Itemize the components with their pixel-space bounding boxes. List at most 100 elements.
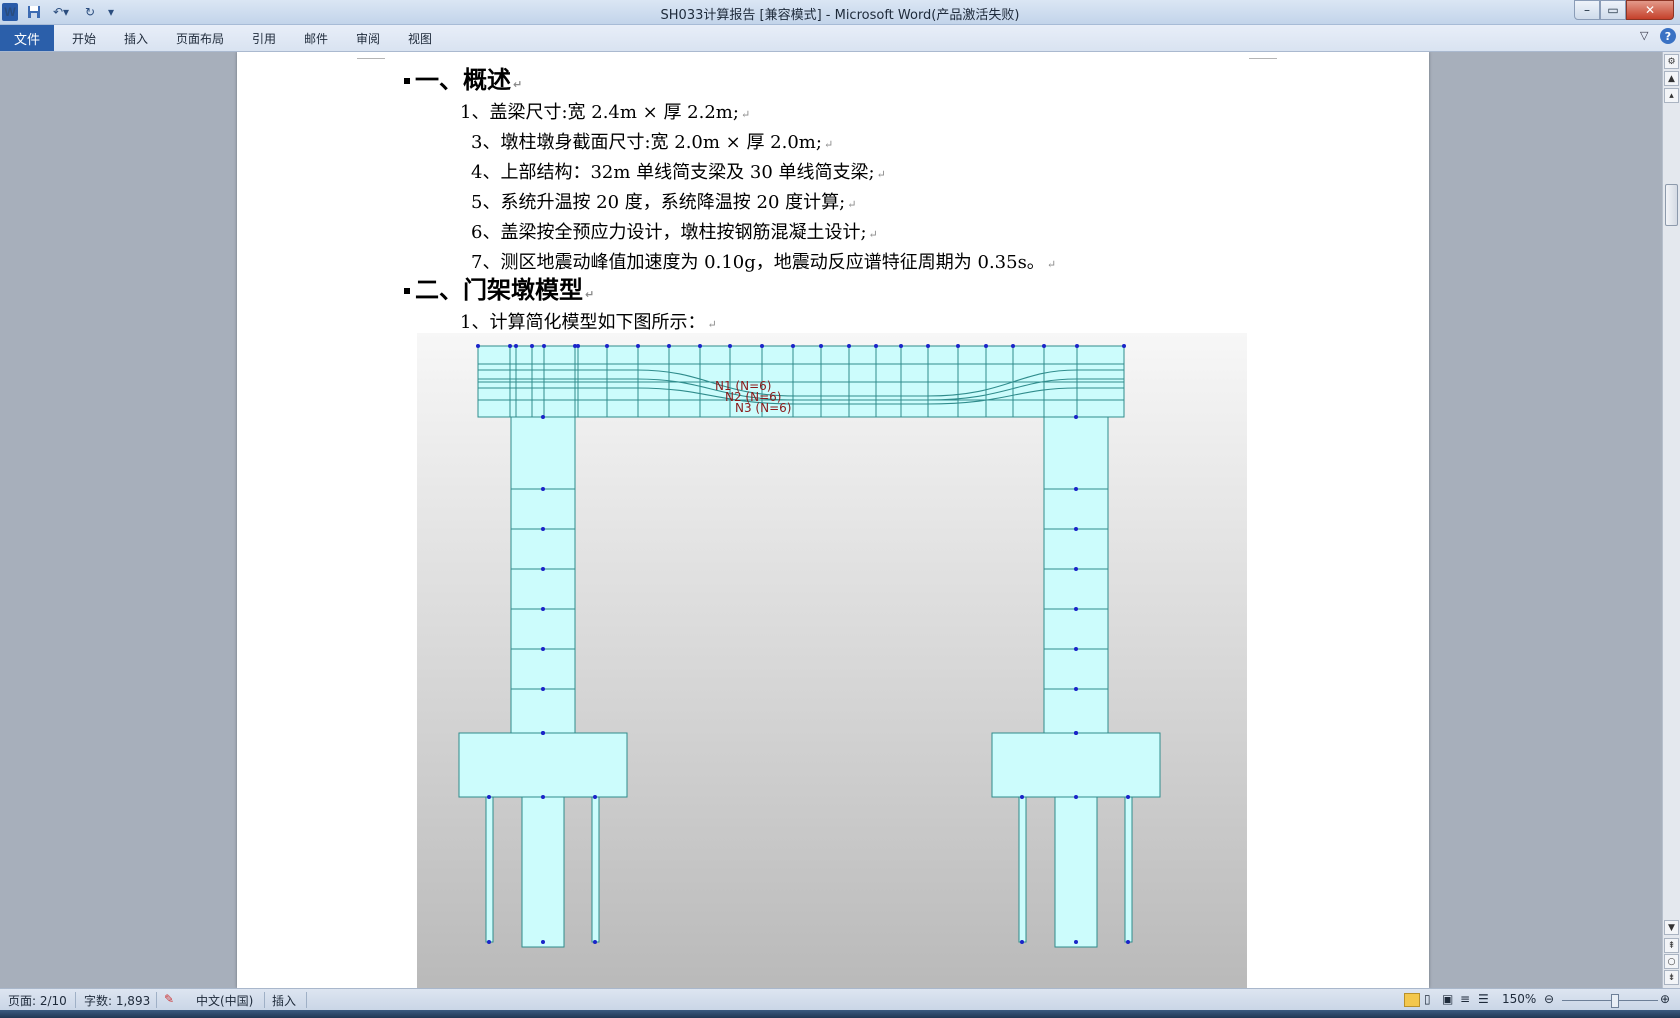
heading-model[interactable]: 二、门架墩模型 ↵ [404, 270, 594, 305]
scroll-up-icon[interactable]: ▲ [1664, 71, 1679, 86]
tendon-label: N3 (N=6) [735, 401, 791, 415]
vertical-scrollbar[interactable]: ⚙ ▲ ▴ ▼ ⇞ ○ ⇟ [1662, 52, 1680, 988]
list-item-text: 1、计算简化模型如下图所示： [460, 312, 706, 333]
list-item[interactable]: 4、上部结构：32m 单线简支梁及 30 单线简支梁; ↵ [471, 158, 886, 184]
mesh-node [1074, 415, 1078, 419]
close-button[interactable]: ✕ [1626, 0, 1674, 20]
outline-icon[interactable]: ≡ [1460, 992, 1470, 1006]
portal-pier-model-figure[interactable]: N1 (N=6) N2 (N=6) N3 (N=6) [417, 333, 1247, 988]
mesh-node [1020, 795, 1024, 799]
word-count[interactable]: 字数: 1,893 [84, 992, 150, 1009]
heading-overview[interactable]: 一、概述 ↵ [404, 60, 522, 95]
list-item[interactable]: 5、系统升温按 20 度，系统降温按 20 度计算; ↵ [471, 188, 856, 214]
mesh-node [899, 344, 903, 348]
mesh-node [1074, 731, 1078, 735]
mesh-node [541, 527, 545, 531]
tab-page-layout[interactable]: 页面布局 [176, 25, 224, 51]
mesh-node [1074, 487, 1078, 491]
status-bar: 页面: 2/10 字数: 1,893 ✎ 中文(中国) 插入 ▯ ▣ ≡ ☰ 1… [0, 988, 1680, 1011]
model-drawing: N1 (N=6) N2 (N=6) N3 (N=6) [458, 344, 1161, 948]
page-count[interactable]: 页面: 2/10 [8, 992, 67, 1009]
mesh-node [636, 344, 640, 348]
pile-cap [458, 732, 628, 798]
pile [591, 796, 600, 943]
scroll-thumb[interactable] [1665, 184, 1678, 226]
heading-text: 一、概述 [415, 66, 511, 94]
mesh-node [874, 344, 878, 348]
next-page-icon[interactable]: ⇟ [1664, 970, 1679, 985]
help-icon[interactable]: ? [1660, 28, 1676, 44]
proofing-icon[interactable]: ✎ [164, 992, 174, 1006]
tab-references[interactable]: 引用 [252, 25, 276, 51]
window-title: SH033计算报告 [兼容模式] - Microsoft Word(产品激活失败… [660, 8, 1020, 23]
zoom-in-icon[interactable]: ⊕ [1660, 992, 1670, 1006]
divider [264, 992, 265, 1008]
pier-column [1043, 416, 1109, 734]
mesh-node [728, 344, 732, 348]
mesh-node [541, 940, 545, 944]
previous-page-icon[interactable]: ⇞ [1664, 938, 1679, 953]
mesh-node [487, 795, 491, 799]
mesh-node [605, 344, 609, 348]
mesh-node [541, 607, 545, 611]
mesh-node [541, 487, 545, 491]
mesh-node [956, 344, 960, 348]
paragraph-mark-icon: ↵ [1046, 258, 1057, 271]
ribbon-collapse-icon[interactable]: ▽ [1640, 29, 1648, 42]
mesh-node [1011, 344, 1015, 348]
zoom-level[interactable]: 150% [1502, 992, 1536, 1006]
mesh-node [476, 344, 480, 348]
zoom-slider-thumb[interactable] [1611, 994, 1619, 1008]
list-item[interactable]: 6、盖梁按全预应力设计，墩柱按钢筋混凝土设计; ↵ [471, 218, 878, 244]
paragraph-mark-icon: ↵ [823, 138, 834, 151]
pile [485, 796, 494, 943]
mesh-node [1042, 344, 1046, 348]
tab-file[interactable]: 文件 [0, 25, 54, 51]
mesh-node [1074, 607, 1078, 611]
paragraph-mark-icon: ↵ [707, 318, 717, 331]
pile-cap [991, 732, 1161, 798]
scroll-down-icon[interactable]: ▼ [1664, 920, 1679, 935]
mesh-node [593, 940, 597, 944]
tab-insert[interactable]: 插入 [124, 25, 148, 51]
pile [1018, 796, 1027, 943]
ruler-toggle-icon[interactable]: ⚙ [1664, 54, 1679, 69]
mesh-node [1074, 647, 1078, 651]
mesh-node [1074, 687, 1078, 691]
list-item[interactable]: 1、计算简化模型如下图所示： ↵ [460, 308, 717, 334]
language[interactable]: 中文(中国) [196, 992, 253, 1009]
browse-object-icon[interactable]: ○ [1664, 954, 1679, 969]
list-item[interactable]: 3、墩柱墩身截面尺寸:宽 2.0m × 厚 2.0m; ↵ [471, 128, 833, 154]
maximize-button[interactable]: ▭ [1600, 0, 1626, 20]
list-item[interactable]: 1、盖梁尺寸:宽 2.4m × 厚 2.2m; ↵ [460, 98, 750, 124]
mesh-node [698, 344, 702, 348]
draft-icon[interactable]: ☰ [1478, 992, 1489, 1006]
zoom-slider[interactable] [1562, 1000, 1658, 1001]
mesh-node [1074, 527, 1078, 531]
mesh-node [541, 647, 545, 651]
minimize-button[interactable]: – [1574, 0, 1600, 20]
paragraph-mark-icon: ↵ [585, 288, 595, 301]
zoom-out-icon[interactable]: ⊖ [1544, 992, 1554, 1006]
document-content[interactable]: 一、概述 ↵ 1、盖梁尺寸:宽 2.4m × 厚 2.2m; ↵ 3、墩柱墩身截面尺… [237, 52, 1429, 988]
document-area: 一、概述 ↵ 1、盖梁尺寸:宽 2.4m × 厚 2.2m; ↵ 3、墩柱墩身截面尺… [0, 52, 1662, 988]
divider [75, 992, 76, 1008]
tab-mailings[interactable]: 邮件 [304, 25, 328, 51]
full-screen-reading-icon[interactable]: ▯ [1424, 992, 1431, 1006]
tab-home[interactable]: 开始 [72, 25, 96, 51]
heading-bullet-icon [404, 78, 410, 84]
mesh-node [576, 344, 580, 348]
insert-mode[interactable]: 插入 [272, 992, 296, 1009]
paragraph-mark-icon: ↵ [513, 78, 523, 91]
mesh-node [541, 687, 545, 691]
print-layout-icon[interactable] [1404, 993, 1420, 1007]
scroll-up-arrow-icon[interactable]: ▴ [1664, 88, 1679, 103]
mesh-node [541, 795, 545, 799]
document-page[interactable]: 一、概述 ↵ 1、盖梁尺寸:宽 2.4m × 厚 2.2m; ↵ 3、墩柱墩身截面尺… [237, 52, 1429, 988]
web-layout-icon[interactable]: ▣ [1442, 992, 1453, 1006]
tab-view[interactable]: 视图 [408, 25, 432, 51]
mesh-node [984, 344, 988, 348]
mesh-node [593, 795, 597, 799]
mesh-node [926, 344, 930, 348]
tab-review[interactable]: 审阅 [356, 25, 380, 51]
